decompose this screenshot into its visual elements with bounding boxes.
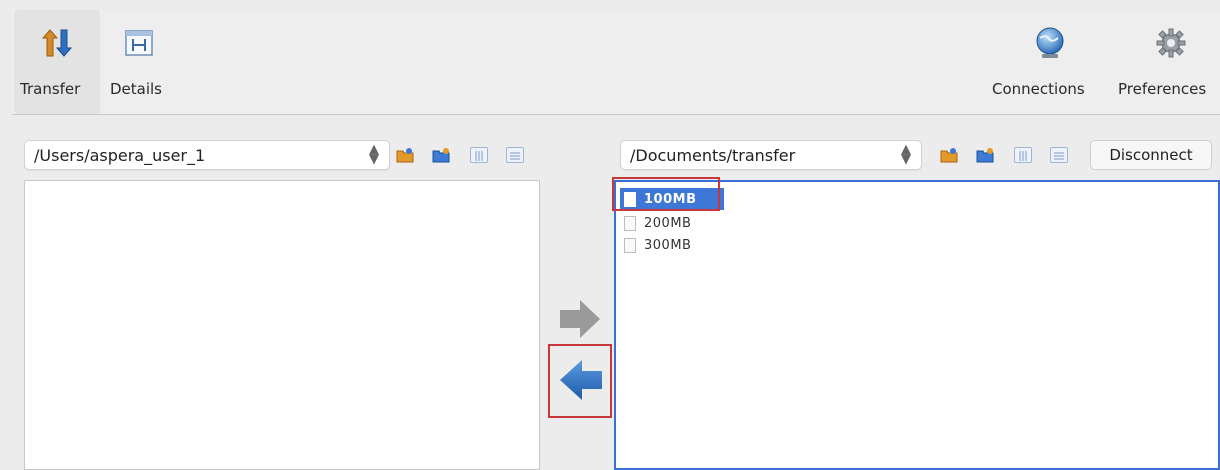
transfer-arrows-icon [41, 28, 73, 62]
arrow-right-icon [560, 300, 600, 338]
column-view-icon[interactable] [470, 147, 488, 163]
preferences-button[interactable]: Preferences [1118, 10, 1220, 114]
upload-arrow-button[interactable] [556, 294, 606, 344]
selected-file-highlight [612, 177, 720, 211]
remote-path-select[interactable]: /Documents/transfer ▲ ▼ [620, 140, 922, 170]
list-item[interactable]: 300MB [624, 236, 824, 258]
list-item[interactable]: 200MB [624, 214, 824, 236]
column-view-icon[interactable] [1014, 147, 1032, 163]
list-view-icon[interactable] [506, 147, 524, 163]
gear-icon [1154, 26, 1188, 64]
file-icon [624, 216, 636, 231]
chevron-updown-icon: ▲ ▼ [369, 142, 379, 167]
file-name: 200MB [644, 216, 692, 231]
local-path-select[interactable]: /Users/aspera_user_1 ▲ ▼ [24, 140, 390, 170]
parent-folder-icon[interactable] [432, 147, 450, 163]
file-name: 300MB [644, 238, 692, 253]
arrow-left-icon [560, 360, 602, 400]
preferences-label: Preferences [1118, 80, 1207, 98]
file-icon [624, 238, 636, 253]
toolbar: Transfer Details Connections Preferences [12, 10, 1220, 115]
new-folder-icon[interactable] [396, 147, 414, 163]
list-view-icon[interactable] [1050, 147, 1068, 163]
local-path-text: /Users/aspera_user_1 [34, 146, 206, 165]
connections-button[interactable]: Connections [992, 10, 1104, 114]
chevron-updown-icon: ▲ ▼ [901, 142, 911, 167]
download-arrow-button[interactable] [556, 354, 606, 406]
remote-file-pane[interactable]: 100MB 200MB 300MB [614, 180, 1220, 470]
globe-icon [1034, 26, 1066, 64]
details-icon [124, 28, 154, 62]
details-label: Details [110, 80, 163, 98]
transfer-tab[interactable]: Transfer [14, 10, 100, 114]
connections-label: Connections [992, 80, 1085, 98]
transfer-label: Transfer [20, 80, 81, 98]
details-tab[interactable]: Details [108, 10, 172, 114]
parent-folder-icon[interactable] [976, 147, 994, 163]
local-file-pane[interactable] [24, 180, 540, 470]
disconnect-button[interactable]: Disconnect [1090, 140, 1212, 170]
remote-path-text: /Documents/transfer [630, 146, 796, 165]
new-folder-icon[interactable] [940, 147, 958, 163]
